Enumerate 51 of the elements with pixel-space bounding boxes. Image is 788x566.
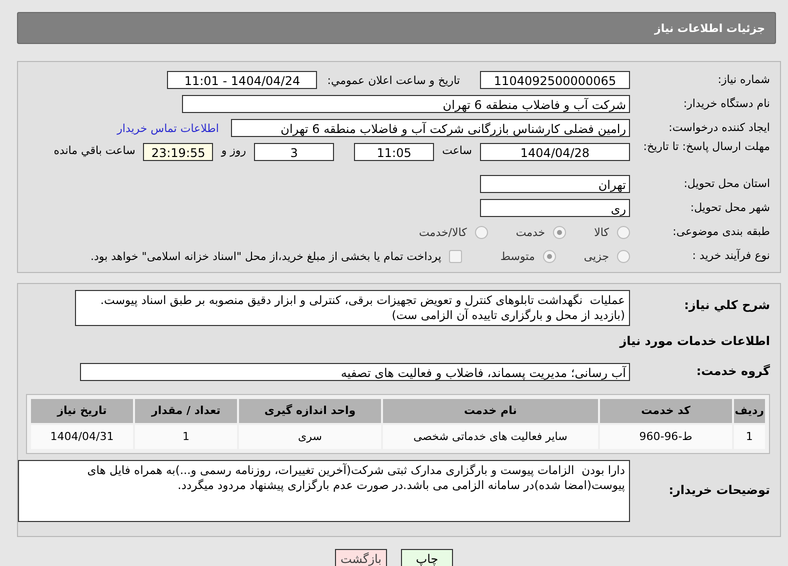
days-left-field: 3 <box>254 143 334 161</box>
column-header: ردیف <box>734 398 765 423</box>
section-heading: اطلاعات خدمات مورد نیاز <box>620 332 771 350</box>
field-label: شماره نیاز: <box>716 72 771 88</box>
field-label: ساعت <box>441 144 473 157</box>
field-label: طبقه بندی موضوعی: <box>672 224 771 240</box>
buyer-org-field: شرکت آب و فاضلاب منطقه 6 تهران <box>182 95 630 113</box>
table-cell: سری <box>239 424 381 449</box>
buyer-contact-link[interactable]: اطلاعات تماس خریدار <box>117 122 219 134</box>
field-label: ساعت باقي مانده <box>52 144 136 157</box>
field-label: مهلت ارسال پاسخ: تا تاریخ: <box>642 140 771 154</box>
field-label: نام دستگاه خریدار: <box>682 96 771 112</box>
field-label: روز و <box>220 144 248 157</box>
service-group-field: آب رسانی؛ مدیریت پسماند، فاضلاب و فعالیت های تصفیه <box>80 362 630 381</box>
city-field: ری <box>480 199 630 217</box>
column-header: کد خدمت <box>600 398 732 423</box>
field-label: ایجاد کننده درخواست: <box>668 120 771 136</box>
table-cell: سایر فعالیت های خدماتی شخصی <box>383 424 598 449</box>
column-header: نام خدمت <box>383 398 598 423</box>
category-radio[interactable]: کالا <box>594 226 630 238</box>
field-label: تاریخ و ساعت اعلان عمومي: <box>326 74 461 86</box>
deadline-date-field: 1404/04/28 <box>480 143 630 161</box>
table-cell: 1 <box>734 424 765 449</box>
buyer-notes-textarea: دارا بودن الزامات پیوست و بارگزاری مدارک ثبتی شرکت(آخرین تغییرات، روزنامه رسمی و...)به همراه فایل های پیوست(امضا شده)در سامانه الزامی می باشد.در صورت عدم بارگزاری پیشنهاد مردود میگردد. <box>18 460 630 522</box>
table-cell: 1 <box>135 424 237 449</box>
column-header: واحد اندازه گیری <box>239 398 381 423</box>
column-header: تاریخ نیاز <box>31 398 133 423</box>
field-label: شهر محل تحویل: <box>689 200 771 216</box>
category-radio[interactable]: کالا/خدمت <box>419 226 488 238</box>
purchase-type-radio[interactable]: متوسط <box>500 250 556 262</box>
category-radio[interactable]: خدمت <box>516 226 566 238</box>
announce-date-field: 1404/04/24 - 11:01 <box>167 71 318 89</box>
column-header: تعداد / مقدار <box>135 398 237 423</box>
field-label: گروه خدمت: <box>695 364 771 380</box>
field-label: استان محل تحویل: <box>682 176 771 192</box>
requester-field: رامین فضلی کارشناس بازرگانی شرکت آب و فاضلاب منطقه 6 تهران <box>231 119 630 137</box>
field-label: توضیحات خریدار: <box>668 483 771 499</box>
treasury-checkbox[interactable]: پرداخت تمام یا بخشی از مبلغ خرید،از محل "اسناد خزانه اسلامی" خواهد بود. <box>90 250 462 262</box>
description-textarea: عملیات نگهداشت تابلوهای کنترل و تعویض تجهیزات برقی، کنترلی و ابزار دقیق منصوبه بر طبق اسناد پیوست. (بازدید از محل و بارگزاری تاییده آن الزامی ست) <box>75 290 630 326</box>
field-label: شرح کلي نیاز: <box>683 297 771 314</box>
page-title: جزئیات اطلاعات نیاز <box>654 22 765 34</box>
action-button[interactable]: بازگشت <box>335 548 387 566</box>
purchase-type-radio[interactable]: جزیی <box>584 250 630 262</box>
time-left-field: 23:19:55 <box>143 143 214 161</box>
province-field: تهران <box>480 175 630 193</box>
field-label: نوع فرآیند خرید : <box>691 248 771 264</box>
table-cell: ط-96-960 <box>600 424 732 449</box>
action-button[interactable]: چاپ <box>401 548 453 566</box>
deadline-time-field: 11:05 <box>354 143 434 161</box>
need-number-field: 1104092500000065 <box>480 71 630 89</box>
table-cell: 1404/04/31 <box>31 424 133 449</box>
